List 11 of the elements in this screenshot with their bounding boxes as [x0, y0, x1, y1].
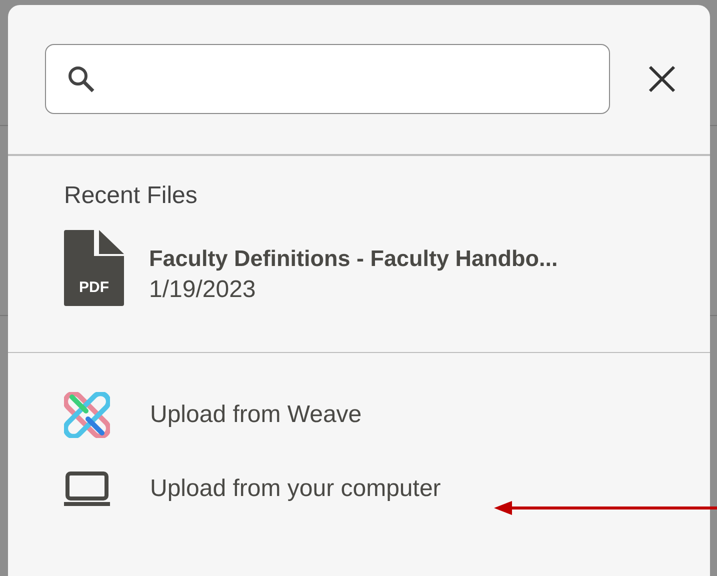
- upload-option[interactable]: Upload from Weave: [64, 392, 710, 438]
- file-name[interactable]: Faculty Definitions - Faculty Handbo...: [149, 246, 558, 272]
- pdf-file-icon: PDF: [64, 230, 124, 306]
- laptop-icon: [64, 471, 110, 507]
- weave-logo-icon: [64, 392, 110, 438]
- section-heading: Recent Files: [64, 182, 198, 210]
- upload-option[interactable]: Upload from your computer: [64, 466, 710, 512]
- close-icon: [648, 65, 676, 93]
- search-icon: [66, 64, 96, 94]
- search-field[interactable]: [45, 44, 610, 114]
- file-date: 1/19/2023: [149, 276, 257, 304]
